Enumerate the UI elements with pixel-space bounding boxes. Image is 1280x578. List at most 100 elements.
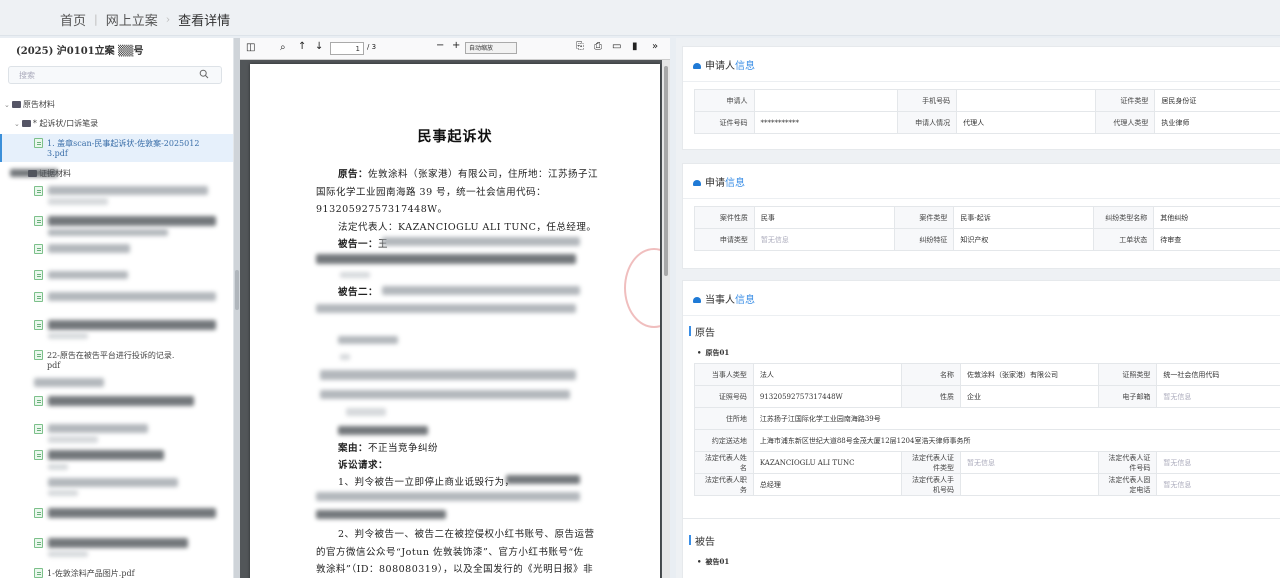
doc-line: 1、判令被告一立即停止商业诋毁行为， [338, 477, 515, 488]
field-value: 民事 [753, 206, 895, 229]
doc-line: 法定代表人：KAZANCIOGLU ALI TUNC，任总经理。 [338, 222, 597, 233]
field-value: KAZANCIOGLU ALI TUNC [752, 451, 903, 474]
application-table: 案件性质 民事 案件类型 民事-起诉 纠纷类型名称 其他纠纷 申请类型 暂无信息… [694, 206, 1280, 251]
redacted-file-name[interactable] [48, 186, 208, 195]
field-value [959, 473, 1099, 496]
field-value: 企业 [959, 385, 1099, 408]
breadcrumb-current: 查看详情 [178, 14, 231, 29]
search-input[interactable]: 搜索 [8, 66, 222, 84]
redacted-text [316, 254, 576, 264]
file-icon [34, 186, 43, 196]
find-icon[interactable]: ⌕ [280, 42, 286, 53]
tree-file-label-cont: 3.pdf [47, 149, 68, 158]
tree-file-label[interactable]: 1. 盖章scan-民事起诉状-佐敦案-2025012 [47, 138, 199, 149]
open-file-icon[interactable]: ⎘ [576, 41, 584, 52]
applicant-table: 申请人 手机号码 证件类型 居民身份证 证件号码 *********** 申请人… [694, 89, 1280, 134]
more-tools-icon[interactable]: » [652, 41, 658, 52]
doc-line: 诉讼请求： [338, 460, 389, 471]
redacted-file-name[interactable] [48, 216, 216, 226]
field-label: 案件性质 [694, 206, 755, 229]
case-info-panel: 申请人信息 申请人 手机号码 证件类型 居民身份证 证件号码 *********… [676, 38, 1280, 578]
breadcrumb-separator: | [94, 13, 98, 26]
field-label: 法定代表人固定电话 [1097, 473, 1158, 496]
redacted-file-name [48, 464, 68, 470]
tree-folder-plaintiff-materials[interactable]: ⌄ 原告材料 [4, 99, 55, 110]
file-icon [34, 424, 43, 434]
file-icon [34, 396, 43, 406]
redacted-text [338, 426, 428, 435]
field-value: 待审查 [1153, 228, 1280, 251]
doc-line: 敦涂料”（ID：808080319），以及全国发行的《光明日报》非 [316, 564, 594, 575]
field-label: 约定送达地 [694, 429, 754, 452]
redacted-file-name[interactable] [48, 450, 164, 460]
print-icon[interactable]: ⎙ [594, 41, 602, 52]
redacted-file-name[interactable] [48, 244, 130, 253]
redacted-file-name[interactable] [48, 292, 216, 301]
field-label: 纠纷类型名称 [1093, 206, 1155, 229]
card-header: 当事人信息 [693, 291, 755, 306]
application-info-card: 申请信息 案件性质 民事 案件类型 民事-起诉 纠纷类型名称 其他纠纷 申请类型… [682, 163, 1280, 269]
breadcrumb-online-filing[interactable]: 网上立案 [106, 10, 158, 29]
field-label: 案件类型 [893, 206, 955, 229]
redacted-file-name[interactable] [48, 538, 188, 548]
redacted-file-name[interactable] [34, 378, 104, 387]
file-icon [34, 292, 43, 302]
previous-page-icon[interactable]: ↑ [298, 41, 306, 52]
next-page-icon[interactable]: ↓ [315, 41, 323, 52]
breadcrumb-home[interactable]: 首页 [60, 10, 86, 29]
zoom-select[interactable]: 自动缩放 [465, 42, 517, 54]
table-row: 法定代表人姓名 KAZANCIOGLU ALI TUNC 法定代表人证件类型 暂… [694, 451, 1280, 474]
field-label: 名称 [901, 363, 961, 386]
field-label: 当事人类型 [694, 363, 754, 386]
field-label: 申请人 [694, 89, 755, 112]
save-icon[interactable]: ▭ [612, 41, 621, 52]
redacted-text [382, 237, 580, 246]
chevron-down-icon[interactable]: ⌄ [14, 120, 20, 128]
redacted-file-name[interactable] [48, 508, 216, 518]
applicant-info-card: 申请人信息 申请人 手机号码 证件类型 居民身份证 证件号码 *********… [682, 46, 1280, 150]
field-label: 法定代表人姓名 [694, 451, 754, 474]
zoom-out-icon[interactable]: − [436, 40, 444, 51]
field-value: 总经理 [752, 473, 903, 496]
field-label: 住所地 [694, 407, 754, 430]
doc-line: 的官方微信公众号“Jotun 佐敦装饰漆”、官方小红书账号“佐 [316, 547, 584, 558]
tree-file-label[interactable]: 22-原告在被告平台进行投诉的记录. [47, 350, 174, 361]
redacted-file-name[interactable] [48, 396, 194, 406]
card-header: 申请信息 [693, 174, 745, 189]
tree-file-label[interactable]: 1-佐敦涂料产品图片.pdf [47, 568, 135, 578]
redacted-file-name[interactable] [48, 478, 178, 487]
table-row: 住所地 江苏扬子江国际化学工业园南海路39号 [694, 407, 1280, 430]
field-value: 上海市浦东新区世纪大道88号金茂大厦12层1204室浩天律师事务所 [752, 429, 1280, 452]
field-value: 江苏扬子江国际化学工业园南海路39号 [752, 407, 1280, 430]
pdf-viewer: ◫ ⌕ ↑ ↓ 1 / 3 − + 自动缩放 ⎘ ⎙ ▭ ▮ » 民事起诉状 原… [240, 38, 670, 578]
field-value [956, 89, 1096, 112]
field-label: 代理人类型 [1094, 111, 1156, 134]
redacted-file-name[interactable] [48, 424, 148, 433]
zoom-in-icon[interactable]: + [452, 40, 460, 51]
redacted-file-name[interactable] [48, 271, 128, 279]
page-total: / 3 [367, 43, 377, 51]
redacted-text [346, 408, 386, 416]
splitter-handle[interactable] [235, 270, 239, 310]
search-icon[interactable] [199, 69, 209, 79]
table-row: 证件号码 *********** 申请人情况 代理人 代理人类型 执业律师 [694, 111, 1280, 134]
chevron-down-icon[interactable]: ⌄ [4, 101, 10, 109]
table-row: 法定代表人职务 总经理 法定代表人手机号码 法定代表人固定电话 暂无信息 [694, 473, 1280, 496]
tree-folder-complaint[interactable]: ⌄ * 起诉状/口诉笔录 [14, 118, 98, 129]
redacted-text [506, 475, 580, 484]
doc-line: 原告：佐敦涂料（张家港）有限公司，住所地：江苏扬子江 [338, 169, 599, 180]
field-label: 申请类型 [694, 228, 755, 251]
pdf-scrollbar-thumb[interactable] [664, 66, 668, 276]
pdf-page: 民事起诉状 原告：佐敦涂料（张家港）有限公司，住所地：江苏扬子江 国际化学工业园… [250, 64, 660, 578]
breadcrumb: 首页 | 网上立案 › 查看详情 [60, 10, 230, 29]
field-label: 证照类型 [1097, 363, 1158, 386]
field-value: 暂无信息 [959, 451, 1099, 474]
bookmark-icon[interactable]: ▮ [632, 41, 638, 52]
redacted-file-name[interactable] [48, 320, 216, 330]
divider [683, 315, 1280, 316]
page-number-input[interactable]: 1 [330, 42, 364, 55]
file-icon [34, 350, 43, 360]
sidebar-toggle-icon[interactable]: ◫ [246, 42, 255, 53]
field-label: 法定代表人职务 [694, 473, 754, 496]
field-value: 暂无信息 [753, 228, 895, 251]
